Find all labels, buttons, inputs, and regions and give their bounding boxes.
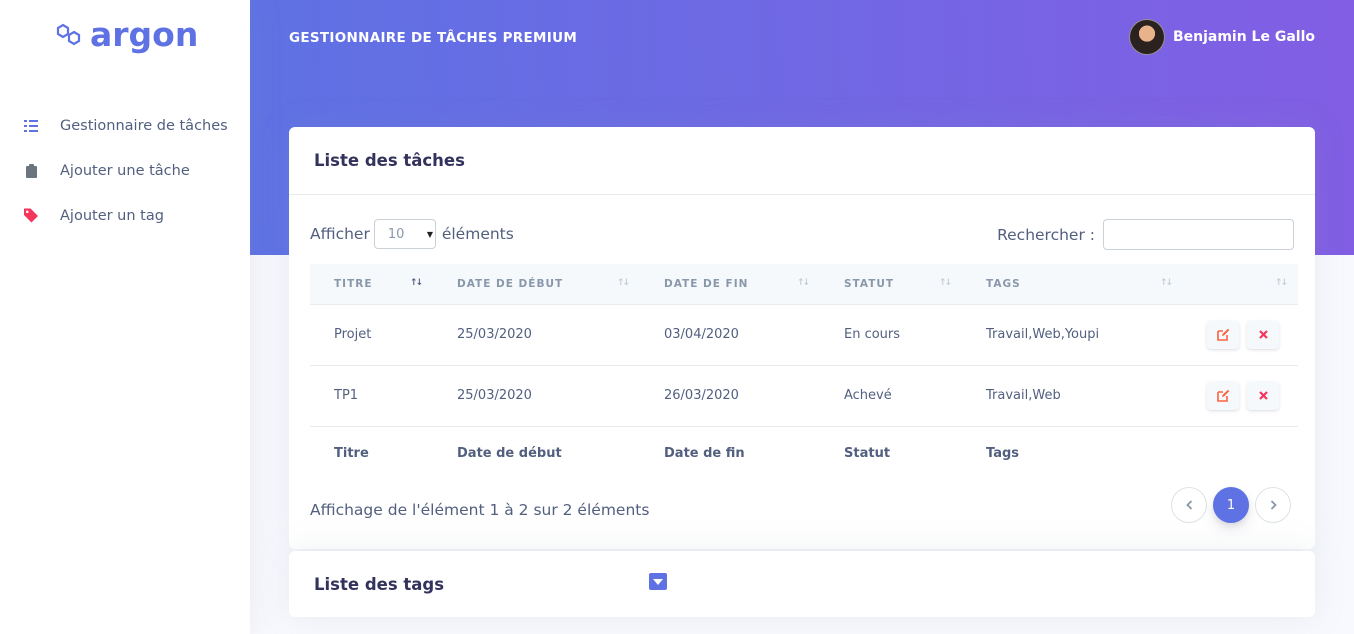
sidebar-item-task-manager[interactable]: Gestionnaire de tâches [0, 103, 250, 148]
sidebar-item-label: Ajouter un tag [60, 207, 164, 224]
expand-tags-button[interactable] [649, 573, 667, 590]
cell-statut: Achevé [844, 388, 892, 403]
pagination-page-button[interactable]: 1 [1213, 487, 1249, 523]
list-check-icon [24, 119, 38, 133]
col-header-actions[interactable]: ↑↓ [1183, 264, 1298, 304]
clipboard-icon [24, 163, 38, 178]
footer-titre: Titre [334, 445, 369, 461]
cell-debut: 25/03/2020 [457, 327, 532, 342]
brand-logo[interactable]: argon [56, 16, 198, 54]
tag-icon [24, 208, 38, 223]
table-row: Projet 25/03/2020 03/04/2020 En cours Tr… [310, 304, 1298, 365]
sort-icon: ↑↓ [616, 278, 630, 288]
close-icon [1258, 391, 1268, 400]
footer-statut: Statut [844, 445, 891, 461]
sidebar-item-add-tag[interactable]: Ajouter un tag [0, 193, 250, 238]
avatar [1128, 19, 1165, 55]
col-header-fin[interactable]: DATE DE FIN ↑↓ [640, 264, 820, 304]
cell-fin: 03/04/2020 [664, 327, 739, 342]
sidebar-item-label: Gestionnaire de tâches [60, 117, 228, 134]
pagination: 1 [1171, 487, 1291, 523]
entries-select[interactable]: 10 ▼ [373, 219, 436, 249]
caret-down-icon: ▼ [426, 229, 433, 239]
footer-debut: Date de début [457, 445, 562, 461]
cell-actions [1183, 304, 1298, 365]
card-title: Liste des tags [314, 574, 445, 594]
footer-actions [1183, 426, 1298, 480]
search-label: Rechercher : [997, 225, 1095, 244]
cell-titre: Projet [334, 327, 372, 342]
tasks-card: Liste des tâches Afficher 10 ▼ éléments … [289, 127, 1315, 549]
card-title: Liste des tâches [314, 151, 465, 170]
sort-icon: ↑↓ [1159, 278, 1173, 288]
tasks-table: TITRE ↑↓ DATE DE DÉBUT ↑↓ DATE DE FIN ↑↓ ST… [310, 264, 1298, 480]
cell-debut: 25/03/2020 [457, 388, 532, 403]
page-title[interactable]: GESTIONNAIRE DE TÂCHES PREMIUM [289, 30, 577, 46]
sort-icon: ↑↓ [1274, 278, 1288, 288]
brand-name: argon [90, 15, 199, 54]
table-footer-row: Titre Date de début Date de fin Statut T… [310, 426, 1298, 480]
tags-card: Liste des tags [289, 551, 1315, 617]
col-header-statut[interactable]: STATUT ↑↓ [820, 264, 962, 304]
show-suffix-label: éléments [441, 225, 514, 243]
caret-down-icon [653, 578, 663, 585]
edit-button[interactable] [1207, 320, 1239, 349]
cell-tags: Travail,Web,Youpi [986, 327, 1100, 342]
entries-select-value: 10 [387, 226, 405, 242]
col-header-debut[interactable]: DATE DE DÉBUT ↑↓ [433, 264, 640, 304]
sidebar-item-label: Ajouter une tâche [60, 162, 190, 179]
delete-button[interactable] [1247, 320, 1279, 349]
sort-icon: ↑↓ [938, 278, 952, 288]
show-entries: Afficher 10 ▼ éléments [310, 219, 514, 249]
table-header-row: TITRE ↑↓ DATE DE DÉBUT ↑↓ DATE DE FIN ↑↓ ST… [310, 264, 1298, 304]
edit-icon [1216, 328, 1229, 341]
hexagon-logo-icon [56, 23, 81, 46]
card-header: Liste des tâches [289, 127, 1315, 195]
user-name: Benjamin Le Gallo [1172, 29, 1315, 45]
pagination-prev-button[interactable] [1171, 487, 1207, 523]
footer-tags: Tags [986, 445, 1020, 461]
footer-fin: Date de fin [664, 445, 745, 461]
sidebar-item-add-task[interactable]: Ajouter une tâche [0, 148, 250, 193]
sidebar: argon Gestionnaire de tâches Ajouter une… [0, 0, 250, 634]
card-header: Liste des tags [289, 551, 1315, 617]
user-menu[interactable]: Benjamin Le Gallo [1128, 19, 1315, 55]
chevron-right-icon [1270, 500, 1277, 510]
show-prefix-label: Afficher [310, 225, 370, 243]
cell-tags: Travail,Web [986, 388, 1061, 403]
close-icon [1258, 330, 1268, 339]
edit-button[interactable] [1207, 381, 1239, 410]
cell-titre: TP1 [334, 388, 359, 403]
search-area: Rechercher : [997, 219, 1294, 250]
table-controls: Afficher 10 ▼ éléments Rechercher : [310, 219, 1294, 251]
edit-icon [1216, 389, 1229, 402]
pagination-next-button[interactable] [1255, 487, 1291, 523]
search-input[interactable] [1103, 219, 1294, 250]
delete-button[interactable] [1247, 381, 1279, 410]
sort-icon: ↑↓ [796, 278, 810, 288]
cell-statut: En cours [844, 327, 901, 342]
cell-actions [1183, 365, 1298, 426]
cell-fin: 26/03/2020 [664, 388, 739, 403]
col-header-titre[interactable]: TITRE ↑↓ [310, 264, 433, 304]
table-row: TP1 25/03/2020 26/03/2020 Achevé Travail… [310, 365, 1298, 426]
sort-asc-icon: ↑↓ [409, 278, 423, 288]
table-info: Affichage de l'élément 1 à 2 sur 2 éléme… [310, 501, 650, 519]
col-header-tags[interactable]: TAGS ↑↓ [962, 264, 1183, 304]
chevron-left-icon [1185, 500, 1192, 510]
sidebar-nav: Gestionnaire de tâches Ajouter une tâche… [0, 103, 250, 238]
